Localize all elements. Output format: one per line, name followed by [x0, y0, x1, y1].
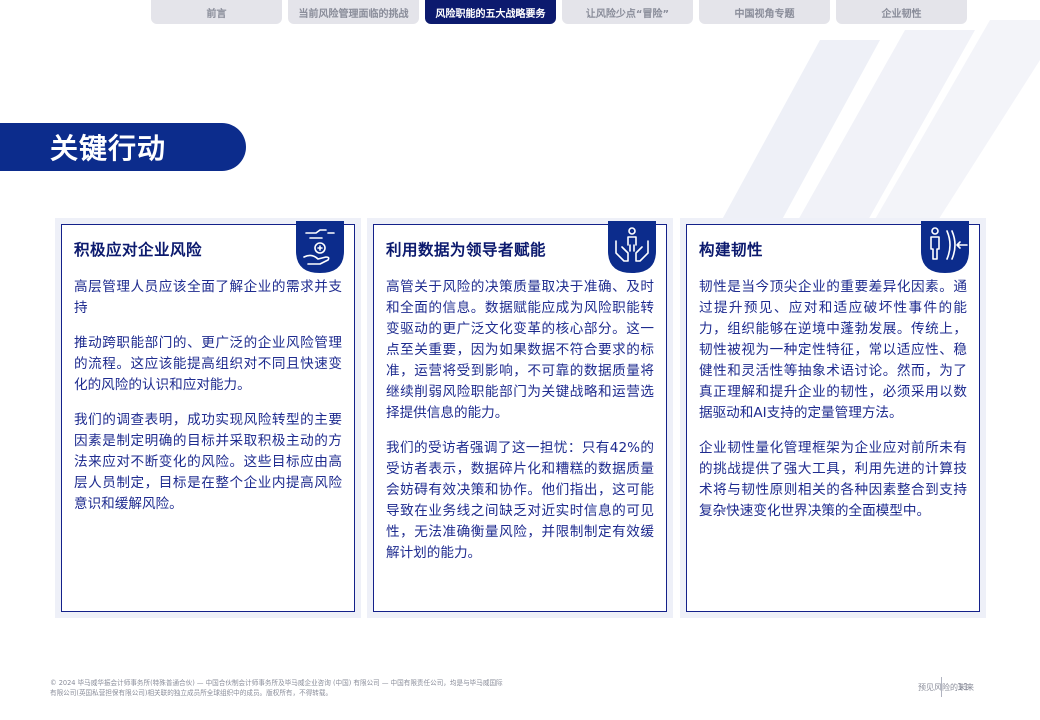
footer-divider [941, 677, 942, 697]
page-number: 11 [957, 682, 970, 693]
card-paragraph: 我们的受访者强调了这一担忧：只有42%的受访者表示，数据碎片化和糟糕的数据质量会… [386, 440, 654, 561]
copyright-line-2: 有限公司(英国私营担保有限公司)相关联的独立成员所全球组织中的成员。版权所有，不… [50, 689, 333, 697]
card-paragraph: 高管关于风险的决策质量取决于准确、及时和全面的信息。数据赋能应成为风险职能转变驱… [386, 279, 654, 421]
card-body: 构建韧性 韧性是当今顶尖企业的重要差异化因素。通过提升预见、应对和适应破坏性事件… [686, 221, 980, 612]
footer-copyright: © 2024 毕马威华振会计师事务所(特殊普通合伙) — 中国合伙制会计师事务所… [50, 678, 610, 698]
hands-person-icon [608, 221, 656, 273]
card-paragraph: 韧性是当今顶尖企业的重要差异化因素。通过提升预见、应对和适应破坏性事件的能力，组… [699, 279, 967, 421]
card-body: 利用数据为领导者赋能 高管关于风险的决策质量取决于准确、及时和全面的信息。数据赋… [373, 221, 667, 612]
card-paragraph: 企业韧性量化管理框架为企业应对前所未有的挑战提供了强大工具，利用先进的计算技术将… [699, 440, 967, 519]
card-data-empower: 利用数据为领导者赋能 高管关于风险的决策质量取决于准确、及时和全面的信息。数据赋… [367, 218, 673, 618]
nav-tab-five-priorities[interactable]: 风险职能的五大战略要务 [425, 0, 556, 24]
nav-tab-china-perspective[interactable]: 中国视角专题 [699, 0, 830, 24]
card-paragraph: 高层管理人员应该全面了解企业的需求并支持 [74, 279, 342, 316]
copyright-line-1: © 2024 毕马威华振会计师事务所(特殊普通合伙) — 中国合伙制会计师事务所… [50, 679, 503, 687]
card-paragraph: 推动跨职能部门的、更广泛的企业风险管理的流程。这应该能提高组织对不同且快速变化的… [74, 335, 342, 393]
card-paragraph: 我们的调查表明，成功实现风险转型的主要因素是制定明确的目标并采取积极主动的方法来… [74, 412, 342, 512]
card-proactive-risk: 积极应对企业风险 高层管理人员应该全面了解企业的需求并支持 推动跨职能部门的、更… [55, 218, 361, 618]
card-body: 积极应对企业风险 高层管理人员应该全面了解企业的需求并支持 推动跨职能部门的、更… [61, 221, 355, 612]
nav-tab-preface[interactable]: 前言 [151, 0, 282, 24]
person-shield-icon [921, 221, 969, 273]
nav-tab-resilience[interactable]: 企业韧性 [836, 0, 967, 24]
section-title: 关键行动 [50, 132, 167, 165]
section-header: 关键行动 [0, 123, 246, 171]
nav-tab-challenges[interactable]: 当前风险管理面临的挑战 [288, 0, 419, 24]
handshake-coin-icon [296, 221, 344, 273]
card-build-resilience: 构建韧性 韧性是当今顶尖企业的重要差异化因素。通过提升预见、应对和适应破坏性事件… [680, 218, 986, 618]
top-nav: 前言 当前风险管理面临的挑战 风险职能的五大战略要务 让风险少点“冒险” 中国视… [151, 0, 967, 24]
nav-tab-less-risk[interactable]: 让风险少点“冒险” [562, 0, 693, 24]
